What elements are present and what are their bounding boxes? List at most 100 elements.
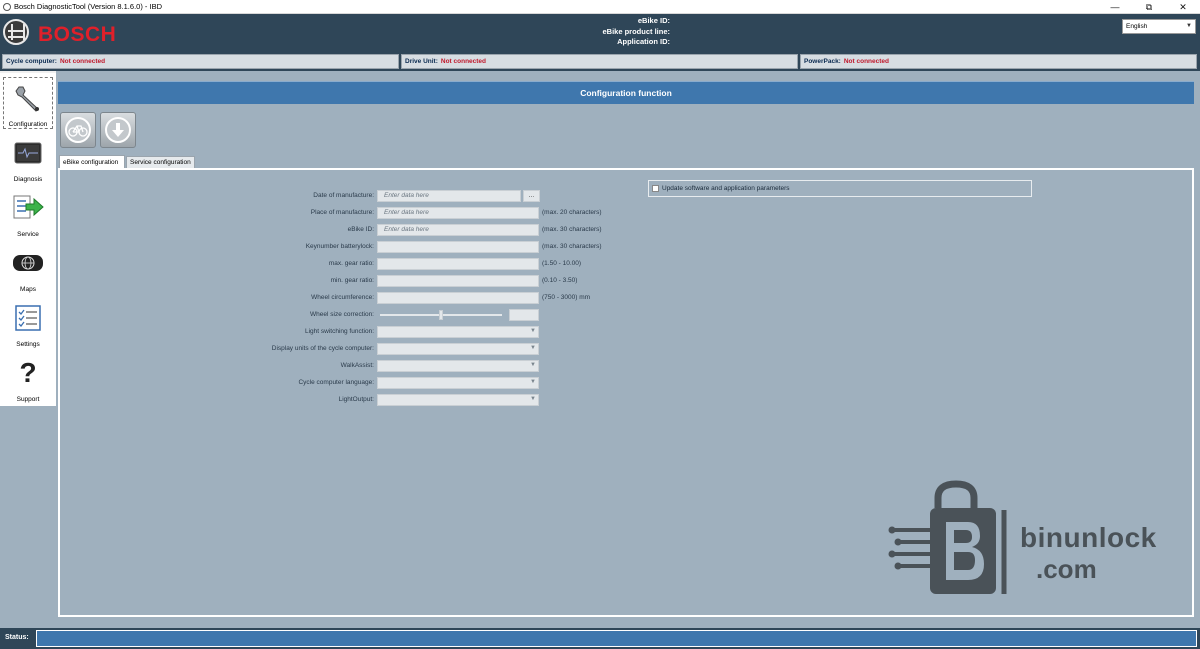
display-units-label: Display units of the cycle computer:: [271, 345, 374, 352]
tab-service-configuration[interactable]: Service configuration: [126, 156, 195, 168]
wheel-circumference-note: (750 - 3000) mm: [542, 294, 591, 301]
wheel-circumference-label: Wheel circumference:: [311, 294, 374, 301]
light-switching-select[interactable]: ▼: [377, 326, 539, 338]
watermark: binunlock .com: [888, 480, 1198, 600]
app-header: BOSCH eBike ID: eBike product line: Appl…: [0, 14, 1200, 52]
maximize-button[interactable]: ⧉: [1132, 0, 1166, 14]
checklist-icon: [12, 302, 44, 334]
nav-service[interactable]: Service: [3, 188, 53, 240]
watermark-domain: .com: [1036, 554, 1097, 584]
max-gear-ratio-label: max. gear ratio:: [328, 260, 374, 267]
wheel-size-correction-label: Wheel size correction:: [310, 311, 374, 318]
max-gear-ratio-note: (1.50 - 10.00): [542, 260, 582, 267]
cycle-computer-language-select[interactable]: ▼: [377, 377, 539, 389]
oscilloscope-icon: [12, 137, 44, 169]
wheel-circumference-input[interactable]: [377, 292, 539, 304]
language-value: English: [1126, 23, 1148, 30]
window-title: Bosch DiagnosticTool (Version 8.1.6.0) -…: [14, 2, 162, 11]
ebike-id-label: eBike ID:: [637, 16, 670, 25]
walkassist-select[interactable]: ▼: [377, 360, 539, 372]
cycle-computer-value: Not connected: [59, 58, 106, 65]
display-units-select[interactable]: ▼: [377, 343, 539, 355]
update-software-option[interactable]: Update software and application paramete…: [648, 180, 1032, 197]
chevron-down-icon: ▼: [1186, 23, 1192, 29]
nav-configuration[interactable]: Configuration: [3, 77, 53, 129]
keynumber-input[interactable]: [377, 241, 539, 253]
nav-filler: [0, 406, 56, 628]
nav-label: Configuration: [8, 121, 48, 128]
drive-unit-label: Drive Unit:: [405, 58, 438, 65]
place-of-manufacture-input[interactable]: Enter data here: [377, 207, 539, 219]
status-field: [36, 630, 1197, 647]
wheel-size-value-field[interactable]: [509, 309, 539, 321]
nav-support[interactable]: ? Support: [3, 353, 53, 405]
nav-label: Service: [17, 231, 39, 238]
lightoutput-select[interactable]: ▼: [377, 394, 539, 406]
min-gear-ratio-label: min. gear ratio:: [330, 277, 374, 284]
close-button[interactable]: ✕: [1166, 0, 1200, 14]
date-of-manufacture-label: Date of manufacture:: [313, 192, 374, 199]
update-software-checkbox[interactable]: [652, 185, 659, 192]
chevron-down-icon: ▼: [530, 396, 536, 402]
chevron-down-icon: ▼: [530, 379, 536, 385]
keynumber-note: (max. 30 characters): [542, 243, 602, 250]
update-software-label: Update software and application paramete…: [662, 185, 790, 192]
place-note: (max. 20 characters): [542, 209, 602, 216]
globe-device-icon: [12, 247, 44, 279]
drive-unit-status: Drive Unit: Not connected: [401, 54, 798, 69]
nav-label: Maps: [20, 286, 36, 293]
ebike-id-note: (max. 30 characters): [542, 226, 602, 233]
download-arrow-icon: [105, 117, 131, 143]
walkassist-label: WalkAssist:: [340, 362, 374, 369]
nav-diagnosis[interactable]: Diagnosis: [3, 133, 53, 185]
download-button[interactable]: [100, 112, 136, 148]
status-bar: Status:: [0, 628, 1200, 649]
powerpack-value: Not connected: [843, 58, 890, 65]
cycle-computer-language-label: Cycle computer language:: [298, 379, 374, 386]
chevron-down-icon: ▼: [530, 328, 536, 334]
date-of-manufacture-input[interactable]: Enter data here: [377, 190, 521, 202]
nav-label: Diagnosis: [13, 176, 43, 183]
service-arrow-icon: [12, 192, 44, 224]
brand-name: BOSCH: [38, 23, 117, 46]
application-id-label: Application ID:: [617, 37, 670, 46]
powerpack-label: PowerPack:: [804, 58, 841, 65]
min-gear-ratio-input[interactable]: [377, 275, 539, 287]
window-title-bar: Bosch DiagnosticTool (Version 8.1.6.0) -…: [0, 0, 1200, 14]
ebike-id-input[interactable]: Enter data here: [377, 224, 539, 236]
watermark-logo-icon: [888, 480, 1007, 594]
bosch-logo-icon: [3, 19, 29, 45]
max-gear-ratio-input[interactable]: [377, 258, 539, 270]
app-icon: [3, 2, 11, 11]
nav-maps[interactable]: Maps: [3, 243, 53, 295]
status-label: Status:: [5, 634, 29, 641]
minimize-button[interactable]: —: [1098, 0, 1132, 14]
light-switching-label: Light switching function:: [304, 328, 374, 335]
nav-label: Support: [16, 396, 40, 403]
window-controls: — ⧉ ✕: [1098, 0, 1200, 14]
drive-unit-value: Not connected: [440, 58, 487, 65]
cycle-computer-status: Cycle computer: Not connected: [2, 54, 399, 69]
nav-settings[interactable]: Settings: [3, 298, 53, 350]
section-title: Configuration function: [58, 81, 1194, 104]
connection-bar: Cycle computer: Not connected Drive Unit…: [0, 52, 1200, 71]
powerpack-status: PowerPack: Not connected: [800, 54, 1197, 69]
left-navigation: Configuration Diagnosis Service Maps Set…: [0, 73, 56, 406]
date-picker-button[interactable]: ...: [523, 190, 540, 202]
ebike-id-label: eBike ID:: [347, 226, 374, 233]
min-gear-ratio-note: (0.10 - 3.50): [542, 277, 578, 284]
watermark-text: binunlock: [1020, 522, 1157, 553]
wheel-size-slider-thumb[interactable]: [439, 310, 443, 320]
tab-ebike-configuration[interactable]: eBike configuration: [59, 155, 125, 168]
ebike-info: eBike ID: eBike product line: Applicatio…: [560, 16, 670, 48]
product-line-label: eBike product line:: [602, 26, 670, 36]
bicycle-icon: [65, 117, 91, 143]
chevron-down-icon: ▼: [530, 362, 536, 368]
lightoutput-label: LightOutput:: [338, 396, 374, 403]
language-select[interactable]: English ▼: [1122, 19, 1196, 34]
read-bike-button[interactable]: [60, 112, 96, 148]
question-mark-icon: ?: [19, 357, 37, 388]
nav-label: Settings: [16, 341, 40, 348]
chevron-down-icon: ▼: [530, 345, 536, 351]
keynumber-label: Keynumber batterylock:: [305, 243, 374, 250]
